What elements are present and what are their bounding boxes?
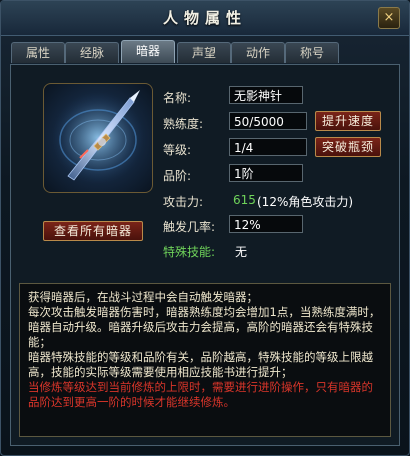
name-label: 名称: [163,91,192,105]
level-label: 等级: [163,143,192,157]
tab-titles[interactable]: 称号 [285,42,339,63]
special-skill-value: 无 [235,245,248,259]
attack-value: 615 [233,193,256,207]
grade-value: 1阶 [229,164,303,182]
view-all-hidden-weapons-button[interactable]: 查看所有暗器 [43,221,143,241]
level-value: 1/4 [229,138,307,156]
tab-reputation[interactable]: 声望 [177,42,231,63]
trigger-rate-value: 12% [229,215,303,233]
proficiency-label: 熟练度: [163,117,204,131]
tab-meridians[interactable]: 经脉 [65,42,119,63]
special-skill-label: 特殊技能: [163,245,216,259]
hidden-weapon-panel: 名称: 无影神针 熟练度: 50/5000 提升速度 等级: 1/4 突破瓶颈 … [10,64,400,446]
tab-hidden-weapons[interactable]: 暗器 [121,40,175,63]
proficiency-value: 50/5000 [229,112,307,130]
grade-label: 品阶: [163,169,192,183]
description-box: 获得暗器后，在战斗过程中会自动触发暗器； 每次攻击触发暗器伤害时，暗器熟练度均会… [19,283,391,437]
close-icon: × [383,10,395,25]
trigger-rate-label: 触发几率: [163,220,216,234]
speed-up-button[interactable]: 提升速度 [315,111,381,131]
attack-label: 攻击力: [163,195,204,209]
hidden-needle-weapon-icon[interactable] [43,83,153,193]
attack-note: (12%角色攻击力) [257,195,354,209]
tab-attributes[interactable]: 属性 [11,42,65,63]
description-line-1: 获得暗器后，在战斗过程中会自动触发暗器； [28,290,258,304]
description-line-3: 暗器特殊技能的等级和品阶有关，品阶越高，特殊技能的等级上限越高，技能的实际等级需… [28,350,373,379]
name-value: 无影神针 [229,86,303,104]
description-line-2: 每次攻击触发暗器伤害时，暗器熟练度均会增加1点，当熟练度满时，暗器自动升级。暗器… [28,305,381,349]
close-button[interactable]: × [378,7,400,29]
character-attributes-window: 人物属性 × 属性 经脉 暗器 声望 动作 称号 名称: 无影神针 熟练度: 5… [0,0,410,456]
tab-actions[interactable]: 动作 [231,42,285,63]
window-title: 人物属性 [162,9,247,27]
breakthrough-button[interactable]: 突破瓶颈 [315,137,381,157]
description-warning: 当修炼等级达到当前修炼的上限时，需要进行进阶操作，只有暗器的品阶达到更高一阶的时… [28,380,373,409]
title-bar[interactable]: 人物属性 × [1,1,409,36]
